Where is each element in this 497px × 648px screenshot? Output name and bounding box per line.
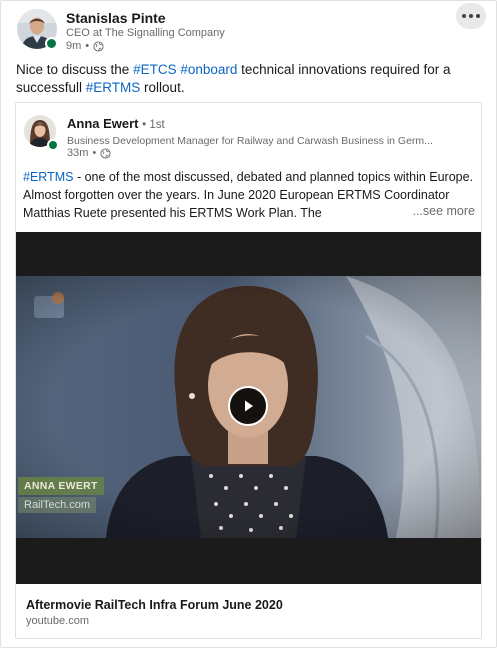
globe-icon [93,40,104,52]
hashtag-etcs[interactable]: #ETCS [133,62,177,77]
more-options-button[interactable] [456,3,486,29]
ellipsis-icon [462,14,466,18]
post-meta: 9m • [66,40,104,52]
video-lower-third: ANNA EWERT RailTech.com [18,477,104,513]
see-more-link[interactable]: ...see more [408,204,475,218]
shared-post: Anna Ewert • 1st Business Development Ma… [15,102,482,639]
connection-degree: • 1st [142,119,165,131]
hashtag-ertms-shared[interactable]: #ERTMS [23,170,73,184]
hashtag-onboard[interactable]: #onboard [180,62,237,77]
post-commentary: Nice to discuss the #ETCS #onboard techn… [16,62,451,95]
globe-icon [100,147,111,159]
shared-author-presence-indicator [47,139,59,151]
shared-author-headline: Business Development Manager for Railway… [67,135,433,147]
link-domain: youtube.com [26,615,89,627]
shared-author-name-row: Anna Ewert • 1st [67,116,165,131]
post-time: 9m [66,40,82,52]
video-overlay-name: ANNA EWERT [18,477,104,495]
hashtag-ertms[interactable]: #ERTMS [86,80,141,95]
shared-author-name[interactable]: Anna Ewert [67,116,139,131]
video-overlay-brand: RailTech.com [18,497,97,513]
link-title[interactable]: Aftermovie RailTech Infra Forum June 202… [26,598,283,612]
shared-post-meta: 33m • [67,147,111,159]
play-icon [245,400,253,412]
author-headline: CEO at The Signalling Company [66,27,225,39]
shared-post-time: 33m [67,147,89,159]
author-presence-indicator [45,37,58,50]
feed-post-card: Stanislas Pinte CEO at The Signalling Co… [0,0,497,648]
video-player[interactable]: ANNA EWERT RailTech.com [16,232,481,584]
author-name[interactable]: Stanislas Pinte [66,10,166,26]
play-button[interactable] [228,386,268,426]
